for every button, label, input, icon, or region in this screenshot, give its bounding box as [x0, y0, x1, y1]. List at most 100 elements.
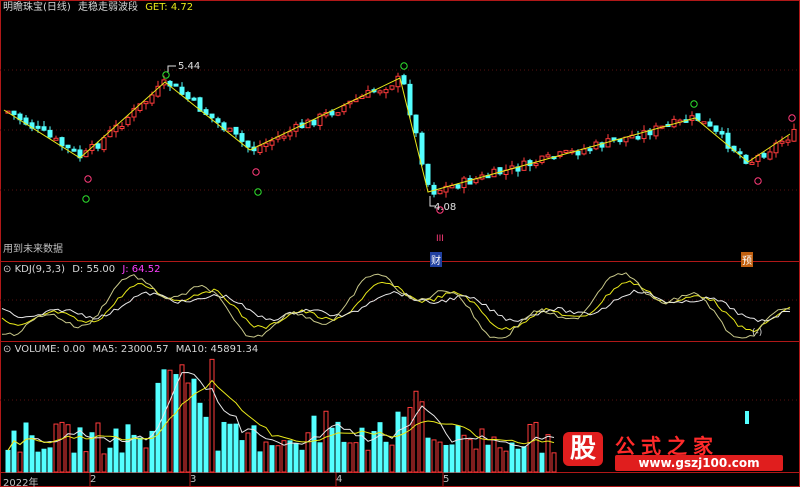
volume-bar: [41, 448, 47, 473]
volume-bar: [365, 449, 371, 473]
kdj-name: KDJ(9,3,3): [14, 264, 66, 275]
watermark-url: www.gszj100.com: [615, 455, 783, 471]
wave-marker: [254, 188, 262, 196]
candle: [311, 119, 317, 126]
candle: [65, 144, 71, 149]
candle: [245, 140, 251, 148]
volume-bar: [533, 421, 539, 473]
candle: [761, 153, 767, 158]
volume-bar: [59, 421, 65, 473]
volume-bar: [317, 442, 323, 473]
candle: [185, 92, 191, 100]
volume-bar: [467, 439, 473, 473]
candle: [779, 140, 785, 144]
stock-chart-window: III (-) 明瞻珠宝(日线) 走稳走弱波段 GET: 4.72 ⊙ KDJ(9…: [0, 0, 800, 487]
volume-bar: [11, 430, 17, 473]
x-axis-label: 2022年: [3, 478, 39, 487]
wave-marker: [788, 114, 796, 122]
candle: [119, 126, 125, 130]
x-axis-label: 2: [90, 474, 97, 485]
candle: [407, 83, 413, 116]
candle: [701, 121, 707, 125]
volume-bar: [131, 434, 137, 473]
volume-bar: [53, 423, 59, 473]
volume-bar: [35, 451, 41, 473]
kdj-wave-label: (-): [752, 328, 762, 338]
candle: [539, 155, 545, 164]
candle: [95, 143, 101, 149]
volume-bar: [437, 441, 443, 473]
kdj-panel-header: ⊙ KDJ(9,3,3) D: 55.00 J: 64.52: [3, 263, 160, 277]
candle: [425, 163, 431, 185]
volume-bar: [503, 450, 509, 473]
wave-marker: [84, 175, 92, 183]
volume-bar: [113, 428, 119, 473]
candle: [35, 125, 41, 129]
volume-bar: [227, 423, 233, 473]
volume-bar: [71, 452, 77, 473]
volume-bar: [197, 402, 203, 473]
candle: [101, 137, 107, 151]
candle: [467, 178, 473, 185]
volume-bar: [335, 421, 341, 473]
ma5-value: MA5: 23000.57: [92, 344, 169, 355]
watermark: 股 公式之家 www.gszj100.com: [563, 430, 788, 471]
candle: [413, 114, 419, 134]
candle: [437, 189, 443, 195]
kdj-d-value: D: 55.00: [72, 264, 116, 275]
candle: [173, 83, 179, 87]
stock-title: 明瞻珠宝(日线): [3, 2, 71, 13]
volume-bar: [185, 382, 191, 473]
candle: [233, 126, 239, 135]
event-marker-cai[interactable]: 财: [430, 252, 442, 267]
candle: [749, 161, 755, 165]
candle: [179, 86, 185, 95]
x-axis-label: 4: [336, 474, 343, 485]
volume-bar: [347, 442, 353, 473]
x-axis-label: 3: [190, 474, 197, 485]
event-marker-yu[interactable]: 预: [741, 252, 753, 267]
volume-bar: [143, 447, 149, 473]
volume-bar: [527, 423, 533, 473]
volume-bar: [251, 425, 257, 473]
volume-bar: [311, 415, 317, 473]
wave-marker: [754, 177, 762, 185]
volume-bar: [413, 390, 419, 473]
volume-bar: [95, 422, 101, 473]
candle: [257, 145, 263, 154]
kdj-toggle-icon[interactable]: ⊙: [3, 264, 11, 275]
watermark-logo: 股: [563, 432, 603, 466]
volume-bar: [203, 416, 209, 473]
candle: [227, 127, 233, 132]
volume-bar: [515, 448, 521, 473]
candle: [389, 85, 395, 90]
volume-bar: [455, 425, 461, 473]
wave-marker: [400, 62, 408, 70]
volume-bar: [5, 449, 11, 473]
candle: [767, 151, 773, 160]
wave-label-III: III: [436, 234, 444, 244]
volume-toggle-icon[interactable]: ⊙: [3, 344, 11, 355]
wave-marker: [82, 195, 90, 203]
volume-bar: [551, 452, 557, 473]
volume-bar: [77, 427, 83, 473]
volume-bar: [47, 447, 53, 473]
volume-bar: [269, 445, 275, 473]
volume-bar: [341, 441, 347, 473]
future-data-note: 用到未来数据: [3, 244, 63, 255]
candle: [713, 125, 719, 132]
volume-bar: [65, 424, 71, 473]
indicator-name: 走稳走弱波段: [78, 2, 138, 13]
candle: [263, 142, 269, 148]
candle: [11, 110, 17, 115]
volume-bar: [461, 434, 467, 473]
volume-bar: [545, 434, 551, 473]
volume-bar: [263, 441, 269, 473]
volume-bar: [245, 432, 251, 473]
high-price-label: 5.44: [178, 61, 201, 72]
chart-canvas[interactable]: III (-): [0, 0, 800, 487]
kdj-j-line: [1, 272, 791, 339]
candle: [707, 121, 713, 127]
candle: [635, 135, 641, 140]
candle: [653, 125, 659, 137]
